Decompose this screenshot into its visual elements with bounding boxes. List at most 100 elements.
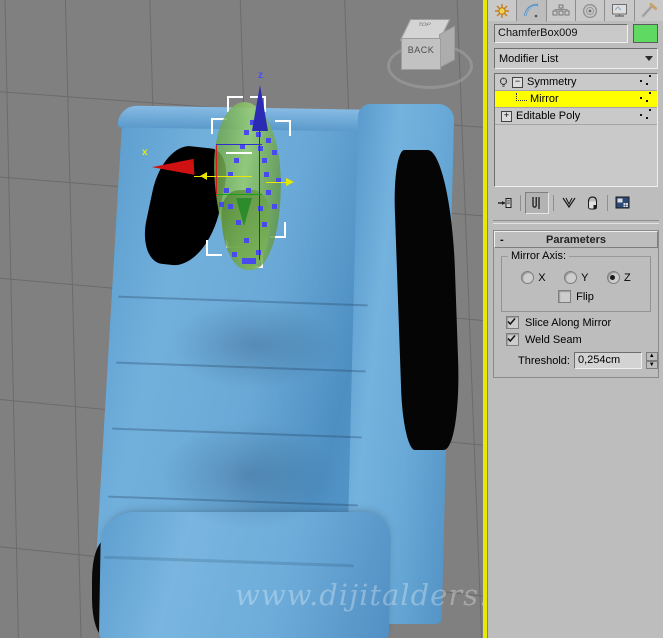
vertex[interactable] — [244, 130, 249, 135]
viewcube-front-label: BACK — [407, 45, 435, 55]
stack-row-dots — [636, 109, 654, 123]
object-color-swatch[interactable] — [633, 24, 658, 43]
viewcube[interactable]: TOP BACK — [385, 5, 473, 91]
vertex[interactable] — [242, 258, 256, 264]
slice-along-mirror-label: Slice Along Mirror — [525, 316, 612, 329]
modifier-subobject-name: Mirror — [530, 93, 559, 105]
pin-icon — [498, 198, 512, 208]
spinner-up-icon[interactable]: ▲ — [645, 352, 658, 361]
hammer-icon — [641, 2, 658, 18]
spinner-down-icon[interactable]: ▼ — [645, 360, 658, 369]
make-unique-icon — [562, 197, 576, 209]
z-axis-arrow[interactable] — [252, 85, 268, 131]
selection-bracket — [275, 120, 291, 136]
rollout-title: Parameters — [546, 233, 606, 246]
stack-row-dots — [636, 92, 654, 106]
star-burst-icon — [495, 3, 510, 18]
sub-object-gizmo[interactable]: z x — [0, 0, 483, 638]
flip-label: Flip — [576, 290, 594, 303]
radio-label: Z — [623, 271, 631, 284]
mirror-axis-radios: X Y Z — [512, 271, 640, 284]
stack-row-dots — [636, 75, 654, 89]
check-glyph-icon — [507, 318, 516, 326]
checkbox-icon[interactable] — [558, 290, 572, 303]
collapse-toggle-icon[interactable]: − — [512, 76, 523, 88]
display-tab[interactable] — [605, 0, 635, 21]
vertex[interactable] — [266, 190, 271, 195]
mirror-axis-radio-y[interactable]: Y — [564, 271, 588, 284]
gizmo-center-handle[interactable] — [226, 152, 252, 154]
radio-circle-icon[interactable] — [564, 271, 578, 284]
motion-tab[interactable] — [575, 0, 606, 21]
vertex[interactable] — [262, 158, 267, 163]
y-axis-arrow-right[interactable] — [286, 178, 294, 186]
modifier-stack[interactable]: − Symmetry Mirror + Editable Poly — [494, 73, 658, 187]
weld-seam-label: Weld Seam — [525, 333, 582, 346]
vertex[interactable] — [232, 252, 237, 257]
mirror-axis-group-label: Mirror Axis: — [508, 250, 569, 262]
hierarchy-nodes-icon — [552, 4, 570, 15]
trash-icon — [587, 196, 597, 210]
vertex[interactable] — [266, 138, 271, 143]
vertex[interactable] — [272, 204, 277, 209]
radio-label: X — [538, 271, 546, 284]
vertex[interactable] — [224, 188, 229, 193]
modifier-stack-row-editable-poly[interactable]: + Editable Poly — [495, 108, 657, 125]
modifier-list-dropdown[interactable]: Modifier List — [494, 48, 658, 69]
object-name-input[interactable]: ChamferBox009 — [494, 24, 628, 43]
tree-branch-icon — [516, 92, 527, 101]
create-tab[interactable] — [488, 0, 518, 21]
display-monitor-icon — [611, 4, 627, 17]
command-panel-tabs — [488, 0, 663, 22]
modifier-name: Symmetry — [527, 76, 577, 88]
vertex[interactable] — [234, 158, 239, 163]
weld-seam-row[interactable]: Weld Seam — [506, 333, 658, 346]
vertex[interactable] — [262, 222, 267, 227]
gizmo-plane-handle-green[interactable] — [216, 194, 262, 195]
threshold-input[interactable]: 0,254cm — [573, 352, 642, 369]
modifier-stack-row-mirror[interactable]: Mirror — [495, 91, 657, 108]
rollout-collapse-icon[interactable]: - — [500, 234, 504, 246]
toolbar-separator — [553, 195, 554, 211]
utilities-tab[interactable] — [634, 0, 663, 21]
rollout-header[interactable]: - Parameters — [494, 231, 658, 248]
selection-bracket — [206, 240, 222, 256]
threshold-spinner[interactable]: ▲ ▼ — [645, 352, 658, 369]
hierarchy-tab[interactable] — [546, 0, 576, 21]
vertex[interactable] — [219, 202, 224, 207]
mirror-axis-radio-z[interactable]: Z — [606, 271, 631, 284]
x-axis-arrow[interactable] — [151, 158, 195, 178]
command-panel: ChamferBox009 Modifier List − Symmetry M… — [487, 0, 663, 638]
vertex[interactable] — [228, 204, 233, 209]
configure-modifier-sets-button[interactable] — [612, 193, 634, 213]
checkbox-icon[interactable] — [506, 316, 519, 329]
gizmo-plane-handle-red[interactable] — [216, 144, 217, 196]
checkbox-icon[interactable] — [506, 333, 519, 346]
viewport-perspective[interactable]: z x TOP BACK www.dijitalders.com — [0, 0, 483, 638]
expand-toggle-icon[interactable]: + — [501, 110, 512, 122]
radio-label: Y — [581, 271, 589, 284]
radio-circle-icon[interactable] — [606, 271, 620, 284]
toolbar-separator — [520, 195, 521, 211]
vertex[interactable] — [272, 150, 277, 155]
flip-checkbox-row[interactable]: Flip — [508, 290, 644, 303]
mirror-axis-group: Mirror Axis: X Y Z Flip — [501, 250, 651, 312]
3dsmax-window: z x TOP BACK www.dijitalders.com — [0, 0, 663, 638]
remove-modifier-button[interactable] — [581, 193, 603, 213]
z-axis-cone-lower[interactable] — [236, 198, 252, 226]
slice-along-mirror-row[interactable]: Slice Along Mirror — [506, 316, 658, 329]
modify-tab[interactable] — [517, 0, 547, 22]
lightbulb-icon[interactable] — [498, 77, 509, 88]
vertex[interactable] — [246, 188, 251, 193]
mirror-axis-radio-x[interactable]: X — [521, 271, 546, 284]
radio-circle-icon[interactable] — [521, 271, 535, 284]
vertex[interactable] — [264, 172, 269, 177]
vertex[interactable] — [244, 238, 249, 243]
y-axis-arrow-left[interactable] — [200, 172, 207, 180]
pin-stack-button[interactable] — [494, 193, 516, 213]
make-unique-button[interactable] — [558, 193, 580, 213]
threshold-label: Threshold: — [518, 354, 570, 367]
gizmo-plane-handle-blue[interactable] — [216, 144, 262, 145]
modifier-stack-row-symmetry[interactable]: − Symmetry — [495, 74, 657, 91]
show-end-result-button[interactable] — [525, 192, 549, 214]
